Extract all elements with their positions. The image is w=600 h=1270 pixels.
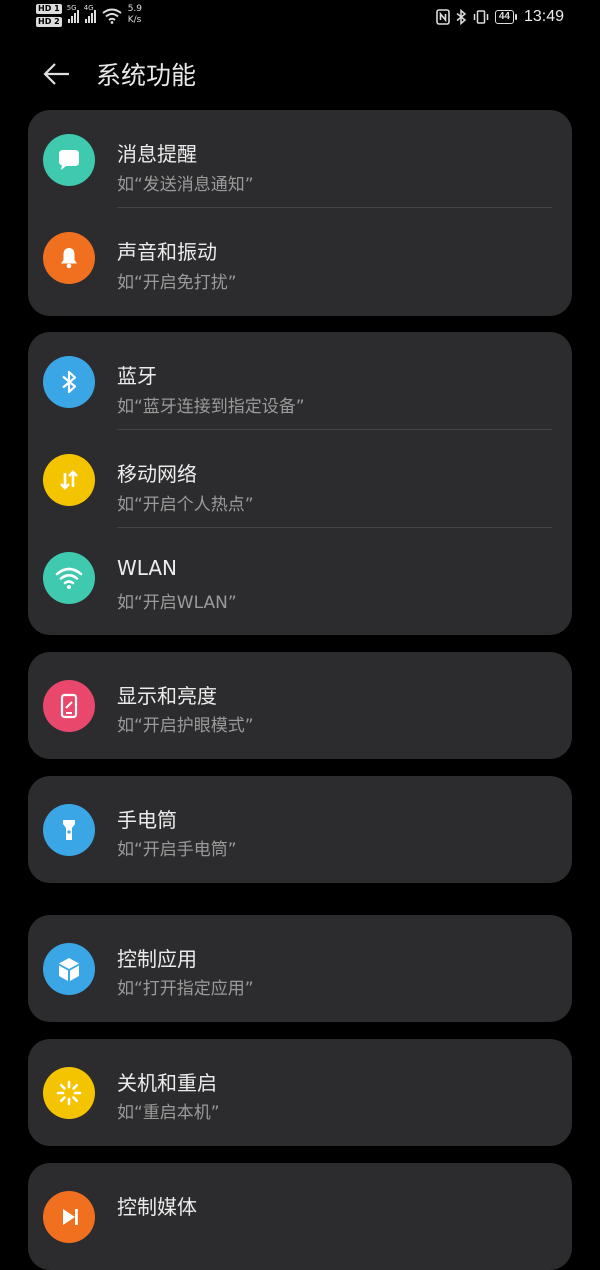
list-item-control-app[interactable]: 控制应用 如“打开指定应用” (28, 915, 572, 1022)
list-item-power[interactable]: 关机和重启 如“重启本机” (28, 1039, 572, 1146)
mobile-data-icon (43, 454, 95, 506)
page-title: 系统功能 (96, 61, 197, 90)
signal-icon: 4G (84, 4, 96, 23)
settings-group: 蓝牙 如“蓝牙连接到指定设备” 移动网络 如“开启个人热点” WLAN 如“开启… (28, 332, 572, 635)
item-title: 显示和亮度 (117, 684, 217, 708)
list-item-sound[interactable]: 声音和振动 如“开启免打扰” (28, 208, 572, 306)
hd1-badge: HD 1 (36, 4, 62, 14)
clock: 13:49 (523, 8, 564, 25)
item-subtitle: 如“开启护眼模式” (117, 716, 254, 736)
item-subtitle: 如“蓝牙连接到指定设备” (117, 397, 305, 417)
item-title: 手电筒 (117, 808, 177, 832)
settings-group: 消息提醒 如“发送消息通知” 声音和振动 如“开启免打扰” (28, 110, 572, 316)
cube-icon (43, 943, 95, 995)
list-item-display[interactable]: 显示和亮度 如“开启护眼模式” (28, 652, 572, 759)
item-subtitle: 如“开启手电筒” (117, 840, 237, 860)
back-button[interactable] (40, 58, 72, 90)
list-item-bluetooth[interactable]: 蓝牙 如“蓝牙连接到指定设备” (28, 332, 572, 430)
list-item-flashlight[interactable]: 手电筒 如“开启手电筒” (28, 776, 572, 883)
item-title: 蓝牙 (117, 364, 157, 388)
item-subtitle: 如“重启本机” (117, 1103, 220, 1123)
media-play-icon (43, 1191, 95, 1243)
flashlight-icon (43, 804, 95, 856)
settings-group: 控制应用 如“打开指定应用” (28, 915, 572, 1022)
list-item-media[interactable]: 控制媒体 (28, 1163, 572, 1270)
settings-group: 手电筒 如“开启手电筒” (28, 776, 572, 883)
network-4g-label: 4G (83, 4, 94, 12)
list-item-messages[interactable]: 消息提醒 如“发送消息通知” (28, 110, 572, 208)
signal-icon: 5G (67, 4, 79, 23)
wifi-icon (43, 552, 95, 604)
item-title: 控制应用 (117, 947, 197, 971)
hd-badges: HD 1 HD 2 (36, 4, 62, 27)
item-title: 消息提醒 (117, 142, 197, 166)
message-bubble-icon (43, 134, 95, 186)
hd2-badge: HD 2 (36, 17, 62, 27)
item-subtitle: 如“开启个人热点” (117, 495, 254, 515)
settings-group: 显示和亮度 如“开启护眼模式” (28, 652, 572, 759)
wifi-icon (102, 8, 122, 24)
status-right: 44 13:49 (436, 8, 564, 26)
item-subtitle: 如“开启WLAN” (117, 593, 237, 613)
settings-group: 控制媒体 (28, 1163, 572, 1270)
power-sun-icon (43, 1067, 95, 1119)
vibrate-icon (473, 10, 489, 24)
display-icon (43, 680, 95, 732)
speed-value: 5.9 (127, 4, 143, 14)
list-item-mobile-network[interactable]: 移动网络 如“开启个人热点” (28, 430, 572, 528)
item-title: 移动网络 (117, 462, 197, 486)
status-bar: HD 1 HD 2 5G 4G 5.9 K/s 44 13:49 (0, 0, 600, 36)
bluetooth-icon (456, 9, 466, 25)
bell-icon (43, 232, 95, 284)
nfc-icon (436, 9, 450, 25)
network-5g-label: 5G (66, 4, 77, 12)
item-subtitle: 如“发送消息通知” (117, 175, 254, 195)
bluetooth-icon (43, 356, 95, 408)
settings-group: 关机和重启 如“重启本机” (28, 1039, 572, 1146)
item-title: 声音和振动 (117, 240, 217, 264)
status-left: HD 1 HD 2 5G 4G 5.9 K/s (36, 4, 142, 27)
item-title: 控制媒体 (117, 1195, 197, 1219)
arrow-left-icon (43, 63, 69, 85)
item-subtitle: 如“开启免打扰” (117, 273, 237, 293)
item-subtitle: 如“打开指定应用” (117, 979, 254, 999)
network-speed: 5.9 K/s (128, 4, 142, 26)
speed-unit: K/s (127, 15, 142, 25)
item-title: WLAN (117, 556, 178, 580)
item-title: 关机和重启 (117, 1071, 217, 1095)
battery-icon: 44 (494, 10, 518, 24)
app-header: 系统功能 (0, 52, 600, 96)
list-item-wlan[interactable]: WLAN 如“开启WLAN” (28, 528, 572, 626)
